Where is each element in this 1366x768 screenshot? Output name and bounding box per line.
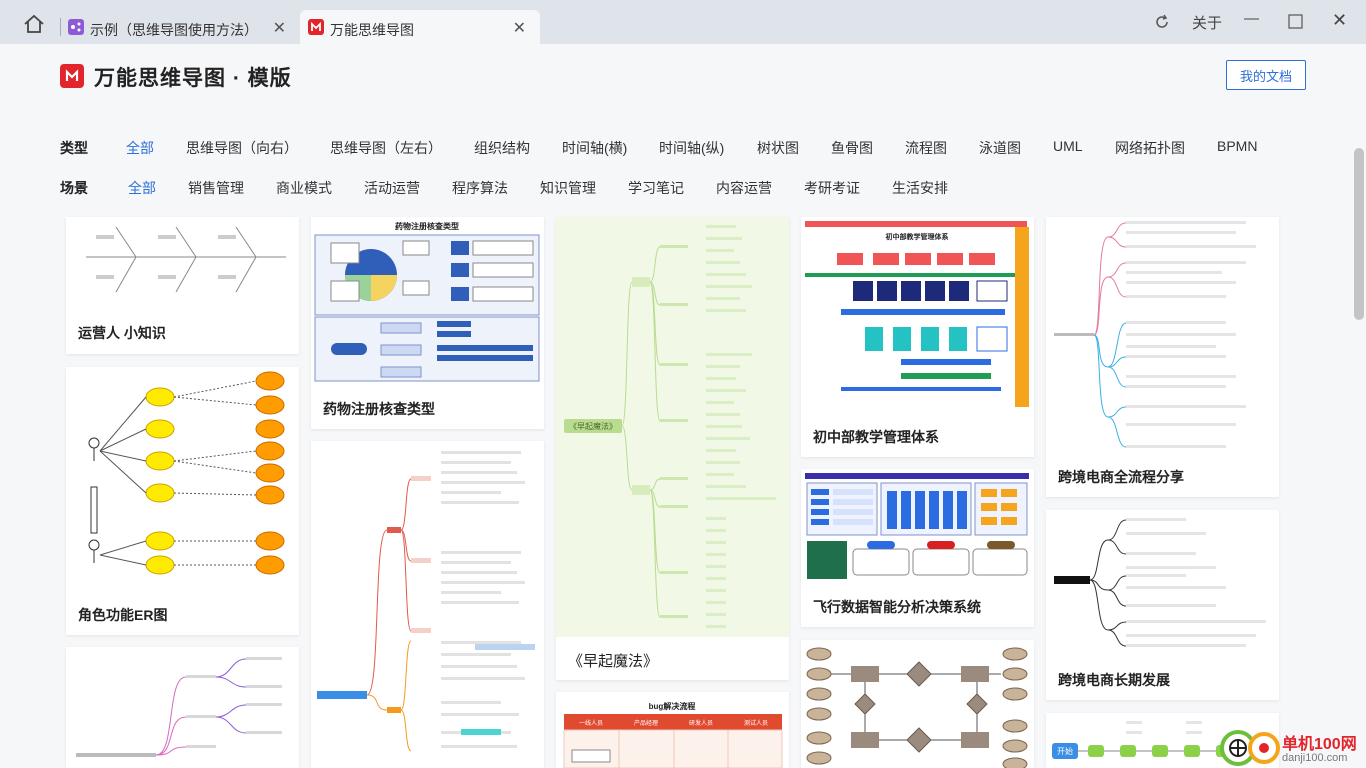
drug-review-thumbnail: 药物注册核查类型 bbox=[314, 221, 540, 382]
scene-label: 场景 bbox=[60, 180, 88, 196]
scene-option-life[interactable]: 生活安排 bbox=[892, 178, 948, 198]
type-option-tree[interactable]: 树状图 bbox=[757, 138, 799, 158]
type-option-mindmap-right[interactable]: 思维导图（向右） bbox=[186, 138, 298, 158]
tab-separator bbox=[60, 18, 61, 36]
mindmap-app-icon bbox=[68, 19, 84, 35]
type-option-bpmn[interactable]: BPMN bbox=[1217, 138, 1257, 154]
tab-title: 万能思维导图 bbox=[330, 22, 414, 38]
template-card[interactable] bbox=[801, 640, 1034, 768]
mindmap-thumbnail bbox=[1054, 221, 1256, 448]
template-card[interactable]: 药物注册核查类型 药物注册核查类型 bbox=[311, 217, 544, 429]
thumbnail-column: 测试人员 bbox=[744, 719, 768, 727]
thumbnail-title: 药物注册核查类型 bbox=[395, 221, 459, 231]
template-card[interactable] bbox=[66, 647, 299, 768]
app-logo-icon bbox=[308, 19, 324, 35]
scene-option-knowledge[interactable]: 知识管理 bbox=[540, 178, 596, 198]
scene-option-content[interactable]: 内容运营 bbox=[716, 178, 772, 198]
type-option-uml[interactable]: UML bbox=[1053, 138, 1083, 154]
card-title: 初中部教学管理体系 bbox=[813, 429, 939, 445]
watermark-url: danji100.com bbox=[1282, 752, 1348, 764]
scene-option-exam[interactable]: 考研考证 bbox=[804, 178, 860, 198]
scene-option-notes[interactable]: 学习笔记 bbox=[628, 178, 684, 198]
mindmap-thumbnail bbox=[317, 451, 535, 752]
maximize-icon[interactable] bbox=[1288, 14, 1303, 33]
card-title: 飞行数据智能分析决策系统 bbox=[813, 599, 981, 615]
card-title: 《早起魔法》 bbox=[568, 653, 659, 670]
tab-title: 示例（思维导图使用方法） bbox=[90, 22, 258, 38]
er-diagram-thumbnail bbox=[806, 647, 1028, 768]
template-card[interactable]: 飞行数据智能分析决策系统 bbox=[801, 469, 1034, 627]
scene-option-algorithm[interactable]: 程序算法 bbox=[452, 178, 508, 198]
er-diagram-thumbnail bbox=[88, 371, 285, 575]
early-rise-mindmap-thumbnail: 《早起魔法》 bbox=[556, 217, 789, 637]
template-card[interactable]: 运营人 小知识 bbox=[66, 217, 299, 354]
title-bar: 示例（思维导图使用方法） ✕ 万能思维导图 ✕ 关于 — ✕ bbox=[0, 0, 1366, 44]
thumbnail-title: bug解决流程 bbox=[649, 701, 696, 711]
template-card[interactable]: 初中部教学管理体系 初中部教学管理体系 bbox=[801, 217, 1034, 457]
type-option-network[interactable]: 网络拓扑图 bbox=[1115, 138, 1185, 158]
type-label: 类型 bbox=[60, 140, 88, 156]
scrollbar-thumb[interactable] bbox=[1354, 148, 1364, 320]
home-icon[interactable] bbox=[22, 14, 46, 34]
template-gallery: 万能思维导图 · 模版 我的文档 类型 全部 思维导图（向右） 思维导图（左右）… bbox=[0, 44, 1366, 768]
flight-data-thumbnail bbox=[805, 473, 1029, 579]
school-management-thumbnail: 初中部教学管理体系 bbox=[805, 221, 1029, 407]
card-title: 跨境电商全流程分享 bbox=[1058, 469, 1184, 485]
thumbnail-center-node: 《早起魔法》 bbox=[569, 421, 617, 431]
card-title: 角色功能ER图 bbox=[78, 607, 168, 623]
card-title: 跨境电商长期发展 bbox=[1058, 672, 1170, 688]
app-logo-icon bbox=[60, 64, 84, 88]
thumbnail-column: 研发人员 bbox=[689, 719, 713, 727]
template-card[interactable]: 跨境电商长期发展 bbox=[1046, 510, 1279, 700]
close-icon[interactable]: ✕ bbox=[513, 18, 526, 38]
tab-mindmap[interactable]: 万能思维导图 ✕ bbox=[300, 10, 540, 44]
thumbnail-title: 初中部教学管理体系 bbox=[886, 232, 949, 241]
type-option-swimlane[interactable]: 泳道图 bbox=[979, 138, 1021, 158]
thumbnail-column: 产品经理 bbox=[634, 719, 658, 727]
mindmap-thumbnail bbox=[76, 657, 282, 757]
type-option-flowchart[interactable]: 流程图 bbox=[905, 138, 947, 158]
template-card[interactable]: 角色功能ER图 bbox=[66, 367, 299, 635]
bug-flow-thumbnail: bug解决流程 一线人员 产品经理 研发人员 测试人员 bbox=[563, 701, 783, 768]
scene-option-sales[interactable]: 销售管理 bbox=[188, 178, 244, 198]
page-title: 万能思维导图 · 模版 bbox=[94, 67, 292, 90]
template-card[interactable]: 跨境电商全流程分享 bbox=[1046, 217, 1279, 497]
type-filter: 类型 全部 思维导图（向右） 思维导图（左右） 组织结构 时间轴(横) 时间轴(… bbox=[60, 138, 1280, 158]
scene-option-events[interactable]: 活动运营 bbox=[364, 178, 420, 198]
card-title: 药物注册核查类型 bbox=[323, 401, 435, 417]
watermark-site-name: 单机100网 bbox=[1282, 736, 1357, 753]
type-option-all[interactable]: 全部 bbox=[126, 138, 154, 158]
close-icon[interactable]: ✕ bbox=[273, 18, 286, 38]
type-option-timeline-v[interactable]: 时间轴(纵) bbox=[659, 138, 724, 158]
type-option-org[interactable]: 组织结构 bbox=[474, 138, 530, 158]
scene-option-business[interactable]: 商业模式 bbox=[276, 178, 332, 198]
tab-example[interactable]: 示例（思维导图使用方法） ✕ bbox=[60, 10, 300, 44]
flow-start-label: 开始 bbox=[1057, 746, 1073, 756]
mindmap-thumbnail bbox=[1054, 518, 1266, 647]
type-option-timeline-h[interactable]: 时间轴(横) bbox=[562, 138, 627, 158]
type-option-fishbone[interactable]: 鱼骨图 bbox=[831, 138, 873, 158]
template-card[interactable] bbox=[311, 441, 544, 768]
scene-option-all[interactable]: 全部 bbox=[128, 178, 156, 198]
template-card[interactable]: bug解决流程 一线人员 产品经理 研发人员 测试人员 bbox=[556, 692, 789, 768]
my-documents-button[interactable]: 我的文档 bbox=[1226, 60, 1306, 90]
thumbnail-column: 一线人员 bbox=[579, 719, 603, 727]
scene-filter: 场景 全部 销售管理 商业模式 活动运营 程序算法 知识管理 学习笔记 内容运营… bbox=[60, 178, 960, 198]
minimize-icon[interactable]: — bbox=[1244, 10, 1259, 27]
card-title: 运营人 小知识 bbox=[78, 325, 166, 341]
close-window-icon[interactable]: ✕ bbox=[1332, 10, 1347, 31]
fishbone-thumbnail bbox=[86, 226, 286, 293]
type-option-mindmap-both[interactable]: 思维导图（左右） bbox=[330, 138, 442, 158]
about-button[interactable]: 关于 bbox=[1192, 12, 1222, 33]
template-card[interactable]: 《早起魔法》 《早起魔法》 bbox=[556, 217, 789, 680]
refresh-icon[interactable] bbox=[1154, 14, 1170, 34]
